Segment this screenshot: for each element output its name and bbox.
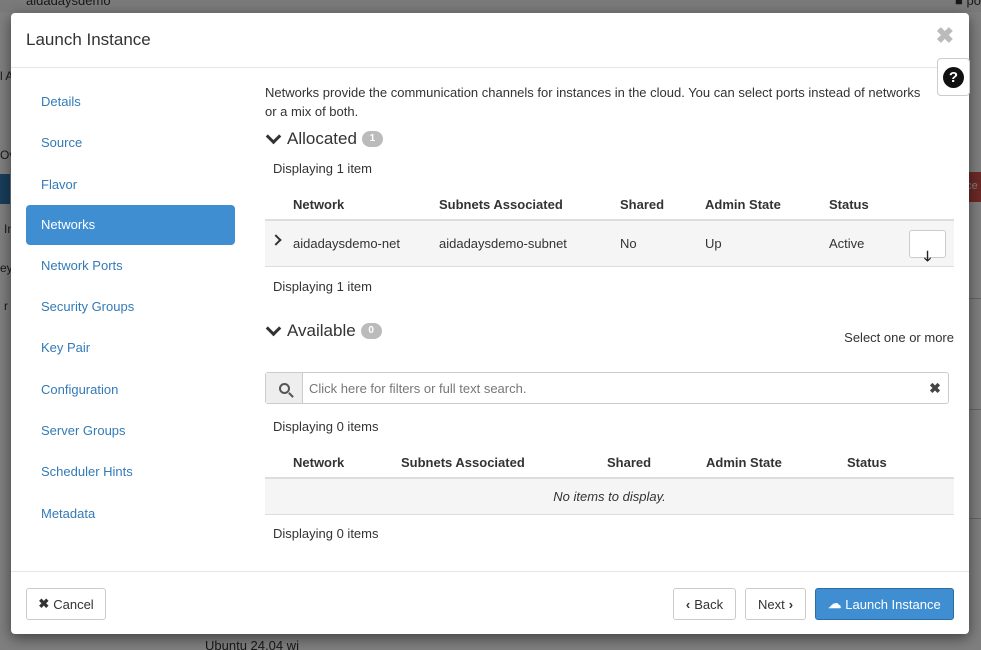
clear-search-icon[interactable]: ✖ bbox=[922, 373, 948, 403]
help-button[interactable]: ? bbox=[937, 58, 970, 96]
available-section-toggle[interactable]: Available 0 bbox=[265, 320, 382, 341]
nav-item-networks[interactable]: Networks bbox=[26, 204, 235, 245]
nav-item-network-ports[interactable]: Network Ports bbox=[26, 245, 235, 286]
nav-item-configuration[interactable]: Configuration bbox=[26, 369, 235, 410]
available-table: Network Subnets Associated Shared Admin … bbox=[265, 445, 954, 515]
cloud-upload-icon: ☁ bbox=[828, 596, 842, 611]
cell-admin-state: Up bbox=[705, 236, 722, 251]
chevron-left-icon: ‹ bbox=[685, 596, 691, 612]
column-network[interactable]: Network bbox=[293, 455, 344, 470]
available-title: Available bbox=[287, 321, 356, 340]
deallocate-button[interactable]: 🡓 bbox=[909, 230, 946, 264]
cancel-label: Cancel bbox=[53, 596, 94, 612]
networks-intro: Networks provide the communication chann… bbox=[265, 85, 921, 119]
cell-subnets: aidadaysdemo-subnet bbox=[439, 236, 567, 251]
question-icon: ? bbox=[943, 66, 964, 88]
launch-instance-modal: Launch Instance ✖ ? Details Source Flavo… bbox=[11, 13, 970, 634]
nav-item-scheduler-hints[interactable]: Scheduler Hints bbox=[26, 451, 235, 492]
cell-shared: No bbox=[620, 236, 637, 251]
column-status[interactable]: Status bbox=[829, 197, 869, 212]
available-display-count-top: Displaying 0 items bbox=[273, 419, 379, 434]
allocated-count-badge: 1 bbox=[361, 131, 383, 147]
chevron-right-icon: › bbox=[788, 596, 794, 612]
nav-item-server-groups[interactable]: Server Groups bbox=[26, 410, 235, 451]
available-count-badge: 0 bbox=[360, 323, 382, 339]
search-icon bbox=[278, 382, 290, 394]
column-subnets[interactable]: Subnets Associated bbox=[439, 197, 563, 212]
back-button[interactable]: ‹ Back bbox=[673, 588, 736, 620]
next-label: Next bbox=[757, 596, 785, 612]
cell-network: aidadaysdemo-net bbox=[293, 236, 400, 251]
select-hint: Select one or more bbox=[844, 330, 954, 345]
close-icon: ✖ bbox=[38, 596, 50, 611]
chevron-down-icon bbox=[265, 128, 282, 144]
nav-item-details[interactable]: Details bbox=[26, 81, 235, 122]
close-icon[interactable]: ✖ bbox=[936, 25, 954, 47]
column-shared[interactable]: Shared bbox=[620, 197, 664, 212]
wizard-nav: Details Source Flavor Networks Network P… bbox=[26, 81, 235, 534]
column-admin-state[interactable]: Admin State bbox=[706, 455, 782, 470]
table-row: aidadaysdemo-net aidadaysdemo-subnet No … bbox=[265, 221, 954, 267]
chevron-down-icon bbox=[265, 320, 282, 336]
column-subnets[interactable]: Subnets Associated bbox=[401, 455, 525, 470]
allocated-title: Allocated bbox=[287, 129, 357, 148]
nav-item-security-groups[interactable]: Security Groups bbox=[26, 286, 235, 327]
nav-item-source[interactable]: Source bbox=[26, 122, 235, 163]
launch-label: Launch Instance bbox=[845, 596, 941, 612]
launch-instance-button[interactable]: ☁ Launch Instance bbox=[815, 588, 954, 620]
nav-item-metadata[interactable]: Metadata bbox=[26, 493, 235, 534]
column-network[interactable]: Network bbox=[293, 197, 344, 212]
column-admin-state[interactable]: Admin State bbox=[705, 197, 781, 212]
nav-item-key-pair[interactable]: Key Pair bbox=[26, 327, 235, 368]
chevron-right-icon[interactable] bbox=[270, 234, 282, 246]
allocated-display-count-top: Displaying 1 item bbox=[273, 161, 372, 176]
next-button[interactable]: Next › bbox=[745, 588, 806, 620]
search-input[interactable] bbox=[303, 373, 922, 403]
modal-header: Launch Instance ✖ bbox=[11, 13, 969, 68]
available-display-count-bottom: Displaying 0 items bbox=[273, 526, 379, 541]
allocated-display-count-bottom: Displaying 1 item bbox=[273, 279, 372, 294]
allocated-table: Network Subnets Associated Shared Admin … bbox=[265, 187, 954, 267]
column-shared[interactable]: Shared bbox=[607, 455, 651, 470]
search-addon bbox=[266, 373, 303, 403]
modal-title: Launch Instance bbox=[26, 30, 151, 49]
nav-item-flavor[interactable]: Flavor bbox=[26, 164, 235, 205]
cell-status: Active bbox=[829, 236, 865, 251]
available-table-header: Network Subnets Associated Shared Admin … bbox=[265, 445, 954, 479]
empty-table-message: No items to display. bbox=[265, 479, 954, 515]
column-status[interactable]: Status bbox=[847, 455, 887, 470]
cancel-button[interactable]: ✖ Cancel bbox=[26, 588, 106, 620]
modal-footer: ✖ Cancel ‹ Back Next › ☁ Launch Instance bbox=[11, 571, 969, 634]
allocated-section-toggle[interactable]: Allocated 1 bbox=[265, 128, 383, 149]
back-label: Back bbox=[694, 596, 724, 612]
allocated-table-header: Network Subnets Associated Shared Admin … bbox=[265, 187, 954, 221]
arrow-down-icon: 🡓 bbox=[923, 248, 932, 264]
search-bar: ✖ bbox=[265, 372, 949, 404]
